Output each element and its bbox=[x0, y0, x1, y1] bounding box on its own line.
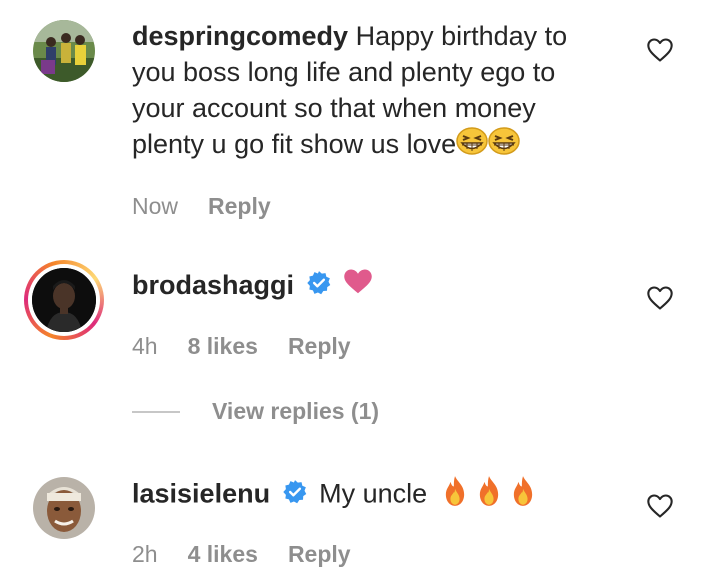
comment-text: My uncle bbox=[319, 478, 428, 509]
like-heart-icon[interactable] bbox=[646, 492, 674, 520]
comment-body: lasisielenu My uncle bbox=[132, 475, 592, 516]
fire-emoji bbox=[475, 475, 503, 516]
comment-username[interactable]: lasisielenu bbox=[132, 479, 270, 509]
comment-meta: 4h 8 likes Reply bbox=[132, 333, 351, 360]
avatar-lasisielenu[interactable] bbox=[33, 477, 95, 539]
like-heart-icon[interactable] bbox=[646, 36, 674, 64]
divider-line bbox=[132, 410, 180, 413]
comment-username[interactable]: despringcomedy bbox=[132, 21, 348, 51]
view-replies-button[interactable]: View replies (1) bbox=[132, 398, 379, 425]
comment-meta: Now Reply bbox=[132, 193, 271, 220]
comment-username[interactable]: brodashaggi bbox=[132, 270, 294, 300]
reply-button[interactable]: Reply bbox=[208, 193, 271, 220]
comment-time: Now bbox=[132, 193, 179, 219]
comment-body: despringcomedy Happy birthday to you bos… bbox=[132, 18, 592, 164]
verified-badge-icon bbox=[282, 478, 308, 514]
story-ring[interactable] bbox=[24, 260, 104, 340]
grinning-squint-face-emoji bbox=[456, 127, 488, 164]
like-heart-icon[interactable] bbox=[646, 284, 674, 312]
grinning-squint-face-emoji bbox=[488, 127, 520, 164]
comment-time: 2h bbox=[132, 541, 158, 567]
comment-time: 4h bbox=[132, 333, 158, 359]
reply-button[interactable]: Reply bbox=[288, 333, 351, 360]
likes-count[interactable]: 4 likes bbox=[188, 541, 258, 568]
view-replies-label[interactable]: View replies (1) bbox=[212, 398, 379, 425]
avatar-despringcomedy[interactable] bbox=[33, 20, 95, 82]
comment-meta: 2h 4 likes Reply bbox=[132, 541, 351, 568]
pink-heart-emoji bbox=[343, 268, 373, 305]
fire-emoji bbox=[441, 475, 469, 516]
likes-count[interactable]: 8 likes bbox=[188, 333, 258, 360]
reply-button[interactable]: Reply bbox=[288, 541, 351, 568]
avatar-brodashaggi bbox=[32, 268, 96, 332]
verified-badge-icon bbox=[306, 269, 332, 305]
fire-emoji bbox=[509, 475, 537, 516]
comment-body: brodashaggi bbox=[132, 267, 592, 305]
